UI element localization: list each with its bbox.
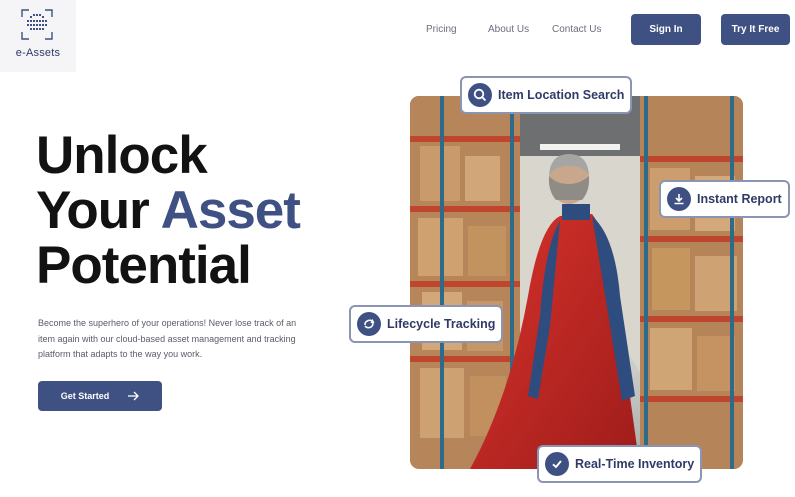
download-icon [667, 187, 691, 211]
hero-description: Become the superhero of your operations!… [38, 318, 297, 359]
feature-real-time-inventory: Real-Time Inventory [537, 445, 703, 483]
feature-inventory-label: Real-Time Inventory [575, 457, 695, 471]
search-icon [468, 83, 492, 107]
sign-in-button[interactable]: Sign In [631, 14, 701, 45]
nav-link-contact-us[interactable]: Contact Us [552, 24, 601, 35]
arrow-right-icon [128, 391, 140, 401]
get-started-button[interactable]: Get Started [38, 381, 162, 411]
hero-title-line2-prefix: Your [36, 181, 150, 240]
hero-title: Unlock Your Asset Potential [36, 126, 301, 295]
logo-text: e-Assets [15, 47, 61, 59]
hero-image [410, 96, 743, 469]
logo[interactable]: e-Assets [0, 0, 76, 72]
feature-search-label: Item Location Search [498, 88, 625, 102]
logo-icon [21, 9, 53, 40]
warehouse-illustration [410, 96, 743, 469]
get-started-label: Get Started [60, 391, 110, 401]
feature-item-location-search: Item Location Search [460, 76, 633, 114]
try-free-button[interactable]: Try It Free [721, 14, 790, 45]
hero-title-line1: Unlock [36, 126, 208, 185]
feature-lifecycle-label: Lifecycle Tracking [387, 317, 496, 331]
recycle-icon [357, 312, 381, 336]
check-icon [545, 452, 569, 476]
hero-title-line3: Potential [36, 236, 252, 295]
nav-link-about-us[interactable]: About Us [488, 24, 529, 35]
nav-link-pricing[interactable]: Pricing [426, 24, 457, 35]
feature-lifecycle-tracking: Lifecycle Tracking [349, 305, 504, 343]
feature-report-label: Instant Report [697, 192, 782, 206]
hero-title-accent: Asset [160, 181, 301, 240]
feature-instant-report: Instant Report [659, 180, 790, 218]
